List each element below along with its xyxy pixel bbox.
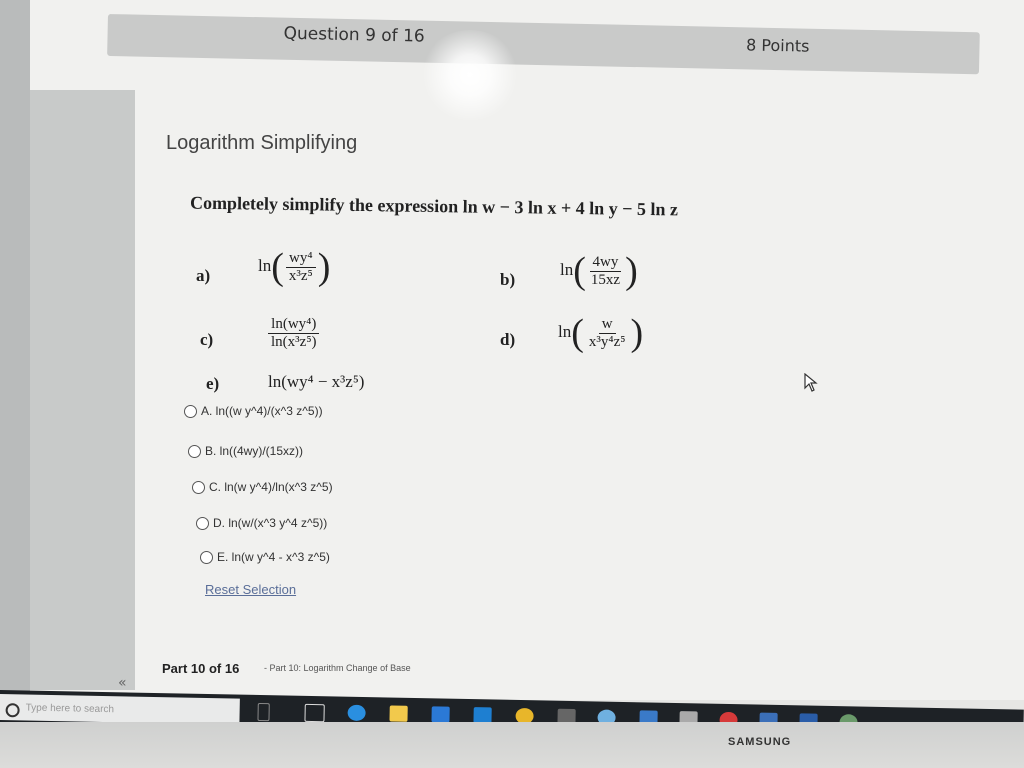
option-a-expression: ln(wy⁴ x³z⁵)	[258, 246, 331, 288]
numerator: 4wy	[589, 254, 622, 272]
option-c-expression: ln(wy⁴) ln(x³z⁵)	[266, 316, 322, 351]
question-counter: Question 9 of 16	[283, 23, 425, 47]
option-b-expression: ln(4wy 15xz)	[560, 250, 638, 292]
choice-d-label: D. ln(w/(x^3 y^4 z^5))	[213, 516, 328, 530]
radio-button[interactable]	[196, 516, 209, 530]
light-glare	[420, 30, 520, 120]
taskbar-search-box[interactable]: Type here to search	[0, 693, 240, 725]
denominator: 15xz	[590, 271, 621, 288]
search-placeholder: Type here to search	[25, 701, 115, 715]
ln-text: ln	[558, 321, 572, 341]
monitor-bottom-bezel	[0, 722, 1024, 768]
choice-a-label: A. ln((w y^4)/(x^3 z^5))	[201, 404, 323, 418]
option-c-letter: c)	[200, 330, 214, 349]
monitor-left-bezel	[0, 0, 30, 768]
choice-b-label: B. ln((4wy)/(15xz))	[205, 444, 304, 458]
option-a-letter: a)	[196, 266, 211, 285]
screen	[30, 0, 1024, 700]
choice-d[interactable]: D. ln(w/(x^3 y^4 z^5))	[196, 516, 327, 530]
radio-button[interactable]	[184, 404, 197, 418]
option-d-expression: ln(w x³y⁴z⁵)	[558, 312, 644, 354]
search-icon	[5, 703, 20, 718]
points-label: 8 Points	[745, 35, 810, 56]
mouse-cursor-icon	[804, 373, 818, 392]
radio-button[interactable]	[188, 444, 201, 458]
option-e-expression: ln(wy⁴ − x³z⁵)	[268, 372, 365, 391]
left-side-panel	[30, 90, 135, 690]
numerator: w	[598, 316, 616, 334]
choice-b[interactable]: B. ln((4wy)/(15xz))	[188, 444, 303, 458]
option-d-letter: d)	[500, 330, 516, 349]
monitor-brand-logo: SAMSUNG	[728, 736, 792, 748]
task-view-icon[interactable]	[304, 703, 325, 723]
option-e-letter: e)	[206, 374, 220, 393]
choice-e-label: E. ln(w y^4 - x^3 z^5)	[217, 550, 330, 564]
file-explorer-icon[interactable]	[389, 705, 408, 722]
radio-button[interactable]	[200, 550, 213, 564]
question-title: Logarithm Simplifying	[166, 132, 358, 154]
choice-c-label: C. ln(w y^4)/ln(x^3 z^5)	[209, 480, 333, 494]
microphone-icon[interactable]	[257, 702, 270, 722]
radio-button[interactable]	[192, 480, 205, 494]
numerator: wy⁴	[286, 250, 316, 268]
option-b-letter: b)	[500, 270, 516, 289]
part-subtitle: - Part 10: Logarithm Change of Base	[264, 663, 411, 673]
choice-a[interactable]: A. ln((w y^4)/(x^3 z^5))	[184, 404, 323, 418]
denominator: x³z⁵	[288, 267, 313, 284]
choice-e[interactable]: E. ln(w y^4 - x^3 z^5)	[200, 550, 330, 564]
denominator: x³y⁴z⁵	[588, 333, 626, 350]
store-icon[interactable]	[431, 706, 450, 723]
ln-text: ln	[560, 259, 574, 279]
collapse-panel-icon[interactable]: «	[118, 675, 127, 691]
numerator: ln(wy⁴)	[268, 316, 320, 334]
choice-c[interactable]: C. ln(w y^4)/ln(x^3 z^5)	[192, 480, 333, 494]
reset-selection-link[interactable]: Reset Selection	[205, 582, 296, 597]
mail-icon[interactable]	[473, 707, 492, 724]
denominator: ln(x³z⁵)	[271, 334, 317, 350]
ln-text: ln	[258, 255, 272, 275]
edge-browser-icon[interactable]	[347, 704, 366, 722]
part-label: Part 10 of 16	[162, 661, 240, 676]
